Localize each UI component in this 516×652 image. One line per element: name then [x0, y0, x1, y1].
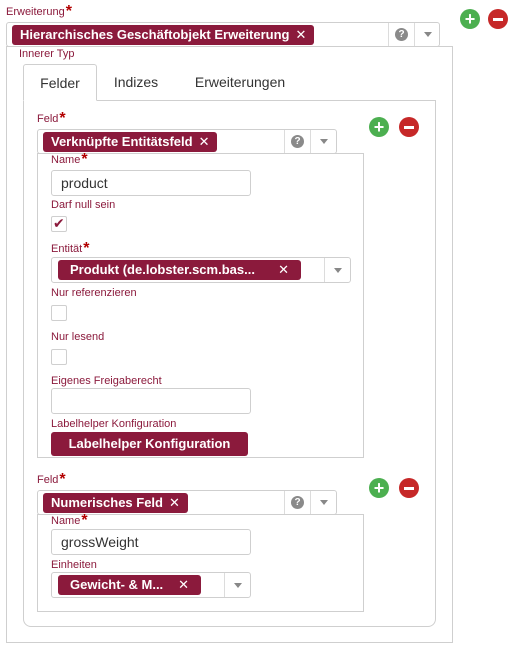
add-erweiterung-button[interactable]: +: [460, 9, 480, 29]
feld-type-tag-remove-icon[interactable]: ✕: [169, 495, 180, 510]
feld-type-tag-2: Numerisches Feld ✕: [43, 493, 188, 513]
required-mark: *: [59, 471, 66, 488]
plus-icon: +: [373, 117, 385, 137]
entity-select[interactable]: Produkt (de.lobster.scm.bas... ✕: [51, 257, 351, 283]
minus-icon: [493, 17, 503, 21]
name-input-2[interactable]: grossWeight: [51, 529, 251, 555]
required-mark: *: [59, 110, 66, 127]
chevron-down-icon: [423, 32, 432, 37]
ref-only-label: Nur referenzieren: [51, 287, 137, 299]
feld-type-tag-remove-icon[interactable]: ✕: [199, 134, 210, 149]
labelhelper-config-button[interactable]: Labelhelper Konfiguration: [51, 432, 248, 456]
chevron-down-icon: [334, 267, 342, 273]
feld-dropdown-button[interactable]: [310, 130, 337, 153]
tab-indizes[interactable]: Indizes: [100, 64, 172, 101]
minus-icon: [404, 125, 414, 129]
units-select[interactable]: Gewicht- & M... ✕: [51, 572, 251, 598]
add-field-button[interactable]: +: [369, 117, 389, 137]
help-icon: ?: [291, 135, 304, 148]
readonly-checkbox[interactable]: [51, 349, 67, 365]
erweiterung-tag-remove-icon[interactable]: ✕: [295, 27, 306, 42]
tab-felder[interactable]: Felder: [23, 64, 97, 101]
remove-erweiterung-button[interactable]: [488, 9, 508, 29]
required-mark: *: [65, 3, 72, 20]
remove-field-button-2[interactable]: [399, 478, 419, 498]
required-mark: *: [81, 512, 88, 529]
nullable-label: Darf null sein: [51, 199, 116, 211]
feld-type-tag: Verknüpfte Entitätsfeld ✕: [43, 132, 218, 152]
entity-tag-remove-icon[interactable]: ✕: [278, 260, 289, 280]
required-mark: *: [83, 240, 90, 257]
units-tag: Gewicht- & M... ✕: [58, 575, 201, 595]
name-label: Name*: [51, 151, 88, 168]
entity-tag: Produkt (de.lobster.scm.bas... ✕: [58, 260, 301, 280]
units-tag-remove-icon[interactable]: ✕: [178, 575, 189, 595]
nullable-checkbox[interactable]: ✔: [51, 215, 67, 232]
inner-type-label: Innerer Typ: [19, 48, 75, 60]
erweiterung-label: Erweiterung*: [6, 3, 72, 20]
tab-felder-label: Felder: [40, 75, 80, 91]
name-input[interactable]: product: [51, 170, 251, 196]
own-permission-label: Eigenes Freigaberecht: [51, 375, 162, 387]
feld-help-button[interactable]: ?: [284, 130, 310, 153]
add-field-button-2[interactable]: +: [369, 478, 389, 498]
erweiterung-dropdown-button[interactable]: [414, 23, 440, 46]
required-mark: *: [81, 151, 88, 168]
help-icon: ?: [395, 28, 408, 41]
units-label: Einheiten: [51, 559, 97, 571]
units-dropdown-button[interactable]: [224, 573, 251, 597]
check-icon: ✔: [53, 215, 65, 231]
readonly-label: Nur lesend: [51, 331, 105, 343]
chevron-down-icon: [320, 139, 328, 144]
feld-dropdown-button-2[interactable]: [310, 491, 337, 514]
entity-dropdown-button[interactable]: [324, 258, 351, 282]
chevron-down-icon: [234, 582, 242, 588]
minus-icon: [404, 486, 414, 490]
entity-label: Entität*: [51, 240, 90, 257]
tab-erweiterungen[interactable]: Erweiterungen: [180, 64, 300, 101]
chevron-down-icon: [320, 500, 328, 505]
plus-icon: +: [464, 9, 476, 29]
erweiterung-tag: Hierarchisches Geschäftobjekt Erweiterun…: [12, 25, 315, 45]
feld-label-2: Feld*: [37, 471, 66, 488]
own-permission-input[interactable]: [51, 388, 251, 414]
feld-help-button-2[interactable]: ?: [284, 491, 310, 514]
ref-only-checkbox[interactable]: [51, 305, 67, 321]
help-icon: ?: [291, 496, 304, 509]
erweiterung-select[interactable]: Hierarchisches Geschäftobjekt Erweiterun…: [6, 22, 440, 47]
plus-icon: +: [373, 478, 385, 498]
remove-field-button[interactable]: [399, 117, 419, 137]
name-label-2: Name*: [51, 512, 88, 529]
feld-label: Feld*: [37, 110, 66, 127]
erweiterung-help-button[interactable]: ?: [388, 23, 414, 46]
labelhelper-label: Labelhelper Konfiguration: [51, 418, 177, 430]
